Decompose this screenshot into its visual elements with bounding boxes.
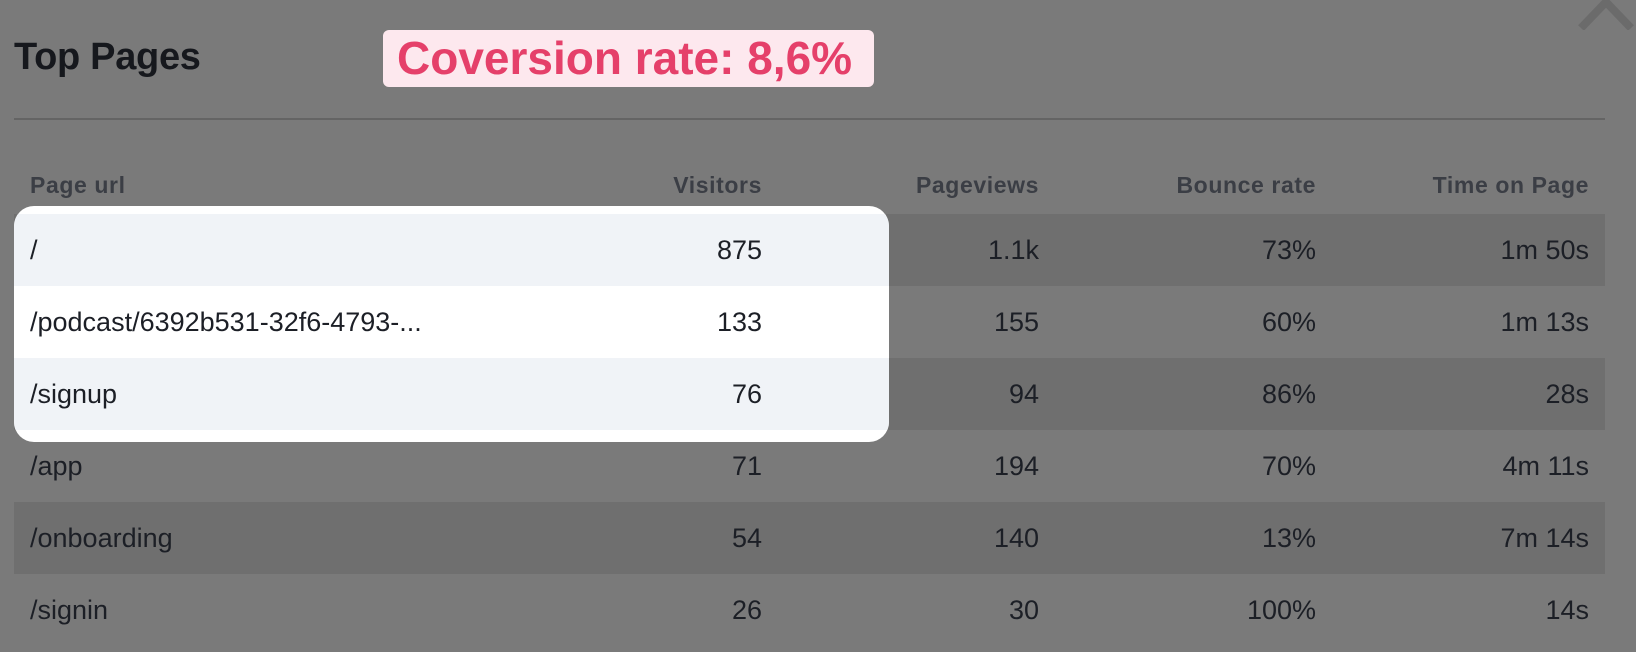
bounce-rate-cell: 60% [1261, 307, 1316, 337]
highlighted-row[interactable]: /signup 76 [14, 358, 889, 430]
time-on-page-cell: 1m 50s [1500, 235, 1589, 265]
column-header-bounce-rate[interactable]: Bounce rate [1176, 170, 1316, 200]
highlighted-row[interactable]: / 875 [14, 214, 889, 286]
column-header-visitors[interactable]: Visitors [673, 170, 762, 200]
top-pages-modal: Top Pages Coversion rate: 8,6% Page url … [0, 0, 1636, 652]
time-on-page-cell: 14s [1545, 595, 1589, 625]
highlight-panel: / 875 /podcast/6392b531-32f6-4793-... 13… [14, 206, 889, 442]
pageviews-cell: 155 [993, 307, 1039, 337]
pageviews-cell: 1.1k [987, 235, 1039, 265]
column-header-time-on-page[interactable]: Time on Page [1433, 170, 1589, 200]
bounce-rate-cell: 73% [1261, 235, 1316, 265]
table-row[interactable]: /onboarding 54 140 13% 7m 14s [14, 502, 1605, 574]
page-url-cell[interactable]: /podcast/6392b531-32f6-4793-... [30, 286, 422, 358]
visitors-cell: 54 [731, 523, 762, 553]
column-header-pageviews[interactable]: Pageviews [916, 170, 1039, 200]
pageviews-cell: 140 [993, 523, 1039, 553]
bounce-rate-cell: 86% [1261, 379, 1316, 409]
page-url-cell[interactable]: / [30, 214, 38, 286]
visitors-cell: 26 [731, 595, 762, 625]
time-on-page-cell: 4m 11s [1502, 451, 1589, 481]
visitors-cell: 133 [716, 307, 762, 337]
bounce-rate-cell: 70% [1261, 451, 1316, 481]
pageviews-cell: 94 [1008, 379, 1039, 409]
page-url-cell[interactable]: /signin [30, 574, 108, 646]
page-url-cell[interactable]: /onboarding [30, 502, 173, 574]
highlighted-row[interactable]: /podcast/6392b531-32f6-4793-... 133 [14, 286, 889, 358]
conversion-rate-badge: Coversion rate: 8,6% [383, 30, 874, 87]
close-icon[interactable] [1576, 0, 1636, 30]
pageviews-cell: 30 [1008, 595, 1039, 625]
visitors-cell: 875 [716, 235, 762, 265]
modal-title: Top Pages [14, 36, 201, 78]
page-url-cell[interactable]: /signup [30, 358, 117, 430]
visitors-cell: 76 [731, 379, 762, 409]
table-row[interactable]: /signin 26 30 100% 14s [14, 574, 1605, 646]
bounce-rate-cell: 13% [1261, 523, 1316, 553]
time-on-page-cell: 7m 14s [1500, 523, 1589, 553]
pageviews-cell: 194 [993, 451, 1039, 481]
time-on-page-cell: 1m 13s [1500, 307, 1589, 337]
time-on-page-cell: 28s [1545, 379, 1589, 409]
bounce-rate-cell: 100% [1246, 595, 1316, 625]
header-divider [14, 118, 1605, 120]
column-header-page-url[interactable]: Page url [30, 170, 126, 200]
